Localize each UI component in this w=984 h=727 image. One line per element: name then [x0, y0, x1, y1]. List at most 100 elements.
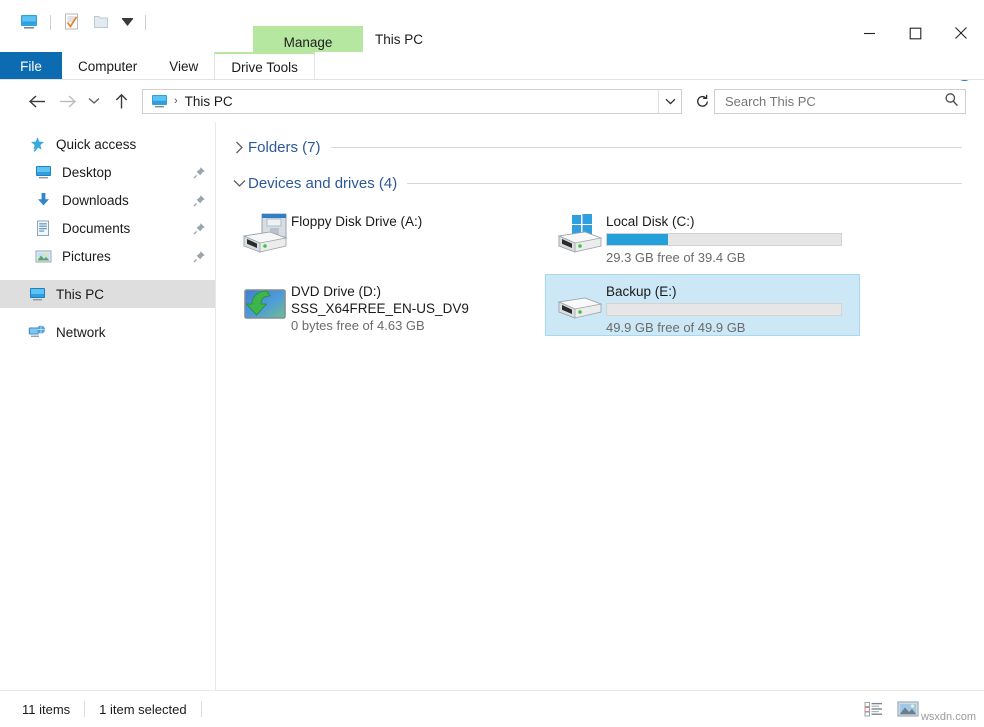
sidebar-item-label: This PC [56, 286, 105, 302]
status-divider-2 [200, 701, 202, 717]
capacity-bar [606, 303, 842, 316]
documents-icon [32, 218, 54, 238]
breadcrumb-path[interactable]: This PC [185, 94, 233, 109]
window-title: This PC [375, 32, 424, 47]
drive-info: Floppy Disk Drive (A:) [291, 209, 538, 230]
pin-icon[interactable] [191, 192, 207, 208]
pin-icon[interactable] [191, 220, 207, 236]
drive-name: Local Disk (C:) [606, 214, 695, 229]
sidebar-item-label: Desktop [62, 164, 112, 180]
content-pane: Folders (7) Devices and drives (4) Flopp… [216, 122, 984, 690]
group-rule [407, 182, 962, 184]
drive-name: Floppy Disk Drive (A:) [291, 214, 423, 229]
drives-grid: Floppy Disk Drive (A:) Local Disk (C:) 2… [230, 198, 964, 344]
sidebar-item-pictures[interactable]: Pictures [0, 242, 215, 270]
customize-dropdown-icon[interactable] [119, 12, 135, 32]
desktop-icon [32, 162, 54, 182]
status-selection-count: 1 item selected [99, 701, 187, 717]
status-item-count: 11 items [22, 701, 71, 717]
tab-view[interactable]: View [153, 52, 214, 80]
breadcrumb-separator: › [174, 95, 178, 107]
this-pc-icon [148, 91, 170, 111]
breadcrumb[interactable]: › This PC [142, 88, 682, 114]
tab-computer[interactable]: Computer [62, 52, 153, 80]
qat-divider-1 [50, 14, 51, 30]
sidebar-item-label: Network [56, 324, 106, 340]
explorer-body: Quick access Desktop Downloads Documents… [0, 122, 984, 690]
sidebar-item-network[interactable]: Network [0, 318, 215, 346]
breadcrumb-right-controls [658, 89, 681, 113]
capacity-bar-fill [607, 234, 668, 245]
pictures-icon [32, 246, 54, 266]
sidebar-item-desktop[interactable]: Desktop [0, 158, 215, 186]
chevron-down-icon[interactable] [658, 89, 681, 113]
chevron-right-icon[interactable] [230, 141, 248, 154]
pin-icon[interactable] [191, 164, 207, 180]
group-label-folders: Folders (7) [248, 138, 321, 156]
window-controls [846, 18, 984, 48]
drive-free-space: 0 bytes free of 4.63 GB [291, 318, 425, 333]
file-explorer-window: Manage This PC ? File [0, 0, 984, 727]
refresh-icon[interactable] [690, 90, 714, 113]
drive-tile-backup-e[interactable]: Backup (E:) 49.9 GB free of 49.9 GB [545, 274, 860, 336]
drive-volume-label: SSS_X64FREE_EN-US_DV9 [291, 301, 469, 316]
dvd-drive-icon [239, 279, 291, 331]
downloads-icon [32, 190, 54, 210]
qat-divider-2 [145, 14, 146, 30]
sidebar-item-label: Documents [62, 220, 131, 236]
drive-info: DVD Drive (D:) SSS_X64FREE_EN-US_DV9 0 b… [291, 279, 538, 334]
group-header-devices-and-drives[interactable]: Devices and drives (4) [230, 170, 964, 196]
quick-access-toolbar [0, 0, 149, 44]
chevron-down-icon[interactable] [230, 179, 248, 188]
status-bar: 11 items 1 item selected [0, 690, 984, 727]
title-bar: Manage This PC ? [0, 0, 984, 81]
drive-tile-dvd-d[interactable]: DVD Drive (D:) SSS_X64FREE_EN-US_DV9 0 b… [230, 274, 545, 336]
large-icons-view-icon[interactable] [896, 698, 920, 720]
sidebar-item-quick-access[interactable]: Quick access [0, 130, 215, 158]
pin-icon[interactable] [191, 248, 207, 264]
group-rule [330, 146, 962, 148]
close-button[interactable] [938, 18, 984, 48]
tab-strip-underline [0, 79, 984, 80]
drive-free-space: 29.3 GB free of 39.4 GB [606, 250, 746, 265]
status-divider-1 [84, 701, 86, 717]
sidebar-item-label: Quick access [56, 136, 137, 152]
up-arrow-icon[interactable] [106, 87, 136, 115]
this-pc-icon [26, 284, 48, 304]
windows-drive-icon [554, 209, 606, 261]
new-folder-icon[interactable] [90, 11, 112, 33]
sidebar-item-documents[interactable]: Documents [0, 214, 215, 242]
tab-file[interactable]: File [0, 52, 62, 80]
sidebar-item-downloads[interactable]: Downloads [0, 186, 215, 214]
forward-arrow-icon [52, 87, 82, 115]
recent-locations-chevron-icon[interactable] [82, 87, 106, 115]
details-view-icon[interactable] [862, 698, 886, 720]
search-box[interactable]: Search This PC [714, 88, 966, 114]
drive-tile-floppy-a[interactable]: Floppy Disk Drive (A:) [230, 204, 545, 266]
floppy-drive-icon [239, 209, 291, 261]
properties-icon[interactable] [61, 11, 83, 33]
drive-name: DVD Drive (D:) [291, 284, 381, 299]
drive-tile-local-disk-c[interactable]: Local Disk (C:) 29.3 GB free of 39.4 GB [545, 204, 860, 266]
this-pc-icon[interactable] [18, 11, 40, 33]
ribbon-tab-strip: File Computer View Drive Tools [0, 52, 984, 80]
drive-name: Backup (E:) [606, 284, 677, 299]
group-label-devices-and-drives: Devices and drives (4) [248, 174, 398, 192]
tab-drive-tools[interactable]: Drive Tools [214, 52, 315, 80]
hard-drive-icon [554, 279, 606, 331]
maximize-button[interactable] [892, 18, 938, 48]
drive-free-space: 49.9 GB free of 49.9 GB [606, 320, 746, 335]
contextual-tab-group-label: Manage [283, 34, 333, 50]
address-bar: › This PC Search This PC [0, 80, 984, 122]
watermark: wsxdn.com [920, 711, 976, 723]
search-icon[interactable] [944, 92, 959, 110]
star-pin-icon [26, 134, 48, 154]
network-icon [26, 322, 48, 342]
search-input[interactable]: Search This PC [725, 94, 944, 109]
navigation-pane: Quick access Desktop Downloads Documents… [0, 122, 216, 690]
sidebar-item-this-pc[interactable]: This PC [0, 280, 215, 308]
back-arrow-icon[interactable] [22, 87, 52, 115]
minimize-button[interactable] [846, 18, 892, 48]
group-header-folders[interactable]: Folders (7) [230, 134, 964, 160]
